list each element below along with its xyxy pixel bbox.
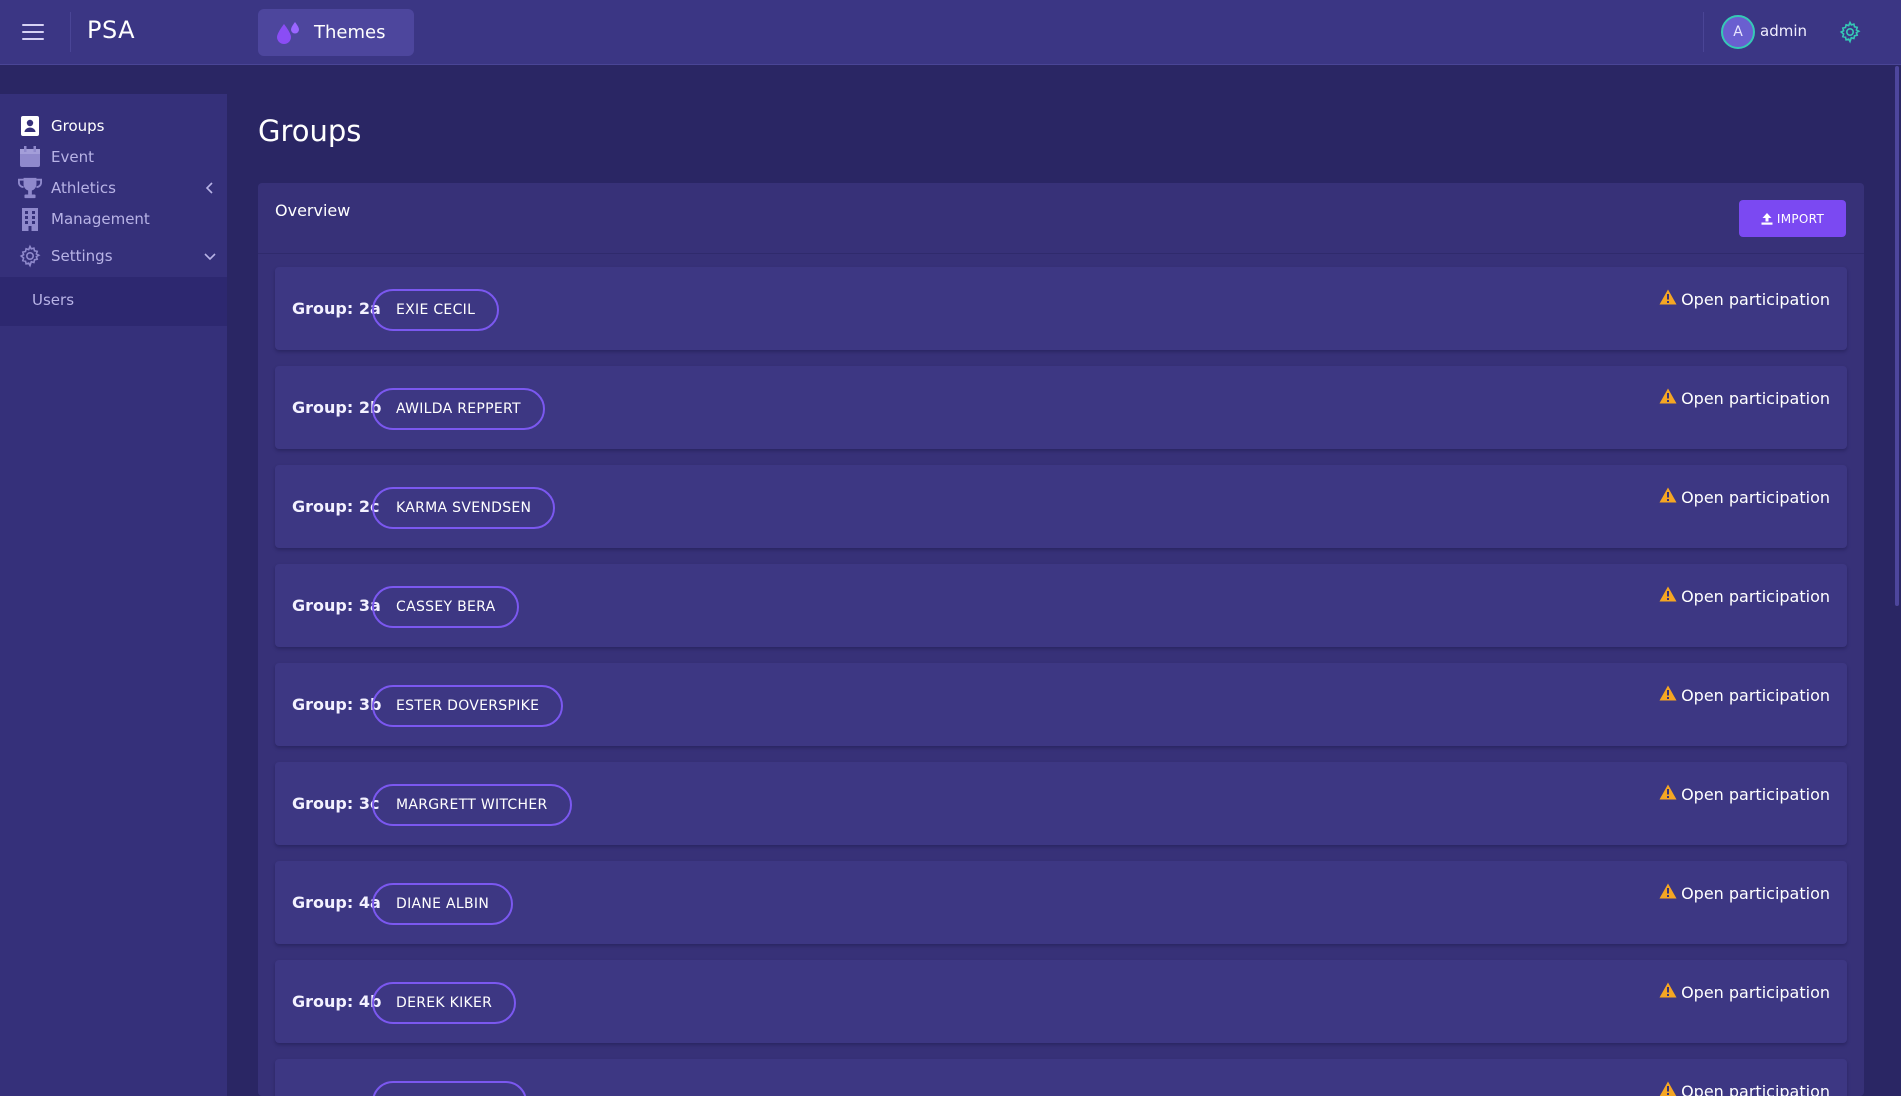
warning-icon — [1659, 982, 1677, 1002]
group-row[interactable]: Group: 2b AWILDA REPPERT Open participatio… — [275, 366, 1847, 449]
menu-icon[interactable] — [22, 24, 44, 42]
scrollbar[interactable] — [1895, 66, 1899, 606]
participation-status: Open participation — [1659, 289, 1830, 309]
trophy-icon — [18, 176, 42, 200]
sidebar-item-settings[interactable]: Settings — [0, 242, 227, 270]
gear-icon — [18, 244, 42, 268]
warning-icon — [1659, 685, 1677, 705]
themes-button[interactable]: Themes — [258, 9, 414, 56]
status-text: Open participation — [1681, 289, 1830, 309]
warning-icon — [1659, 1081, 1677, 1096]
participation-status: Open participation — [1659, 982, 1830, 1002]
status-text: Open participation — [1681, 685, 1830, 705]
themes-label: Themes — [314, 22, 386, 43]
participation-status: Open participation — [1659, 1081, 1830, 1096]
app-brand[interactable]: PSA — [87, 16, 135, 44]
person-chip[interactable]: DEREK KIKER — [372, 982, 517, 1024]
status-text: Open participation — [1681, 1081, 1830, 1096]
warning-icon — [1659, 487, 1677, 507]
sidebar-item-label: Management — [51, 210, 150, 228]
warning-icon — [1659, 586, 1677, 606]
group-row[interactable]: Open participation — [275, 1059, 1847, 1096]
group-label: Group: 4b — [292, 992, 382, 1011]
sidebar-item-label: Settings — [51, 247, 113, 265]
sidebar-item-athletics[interactable]: Athletics — [0, 174, 227, 202]
sidebar-item-management[interactable]: Management — [0, 205, 227, 233]
participation-status: Open participation — [1659, 883, 1830, 903]
building-icon — [18, 207, 42, 231]
person-chip[interactable]: DIANE ALBIN — [372, 883, 514, 925]
group-label: Group: 2a — [292, 299, 381, 318]
participation-status: Open participation — [1659, 685, 1830, 705]
card-title: Overview — [275, 201, 351, 220]
divider — [70, 12, 71, 52]
overview-card: Overview IMPORT Group: 2a EXIE CECIL Open … — [258, 183, 1864, 1096]
group-label: Group: 3c — [292, 794, 380, 813]
group-row[interactable]: Group: 4b DEREK KIKER Open participation — [275, 960, 1847, 1043]
group-row[interactable]: Group: 3c MARGRETT WITCHER Open participat… — [275, 762, 1847, 845]
participation-status: Open participation — [1659, 586, 1830, 606]
status-text: Open participation — [1681, 487, 1830, 507]
chevron-down-icon — [204, 253, 216, 261]
group-label: Group: 3b — [292, 695, 382, 714]
settings-submenu: Users — [0, 277, 227, 326]
group-row[interactable]: Group: 3a CASSEY BERA Open participation — [275, 564, 1847, 647]
group-label: Group: 2b — [292, 398, 382, 417]
status-text: Open participation — [1681, 982, 1830, 1002]
upload-icon — [1761, 212, 1773, 225]
sidebar-item-label: Athletics — [51, 179, 116, 197]
group-row[interactable]: Group: 3b ESTER DOVERSPIKE Open participat… — [275, 663, 1847, 746]
top-bar: PSA Themes A admin — [0, 0, 1901, 65]
group-label: Group: 4a — [292, 893, 381, 912]
person-chip[interactable] — [372, 1081, 527, 1096]
sidebar-item-groups[interactable]: Groups — [0, 112, 227, 140]
warning-icon — [1659, 289, 1677, 309]
sidebar-item-label: Groups — [51, 117, 105, 135]
person-chip[interactable]: ESTER DOVERSPIKE — [372, 685, 564, 727]
avatar[interactable]: A — [1721, 15, 1755, 49]
import-label: IMPORT — [1776, 211, 1825, 226]
person-chip[interactable]: EXIE CECIL — [372, 289, 500, 331]
sidebar-item-label: Event — [51, 148, 94, 166]
status-text: Open participation — [1681, 883, 1830, 903]
warning-icon — [1659, 784, 1677, 804]
sidebar-item-event[interactable]: Event — [0, 143, 227, 171]
participation-status: Open participation — [1659, 784, 1830, 804]
user-name[interactable]: admin — [1760, 22, 1807, 40]
person-chip[interactable]: AWILDA REPPERT — [372, 388, 545, 430]
sidebar: Groups Event Athletics Management Settin… — [0, 94, 227, 1096]
group-row[interactable]: Group: 2c KARMA SVENDSEN Open participatio… — [275, 465, 1847, 548]
person-chip[interactable]: KARMA SVENDSEN — [372, 487, 556, 529]
warning-icon — [1659, 388, 1677, 408]
droplets-icon — [277, 21, 299, 44]
group-row[interactable]: Group: 4a DIANE ALBIN Open participation — [275, 861, 1847, 944]
person-chip[interactable]: MARGRETT WITCHER — [372, 784, 572, 826]
status-text: Open participation — [1681, 586, 1830, 606]
gear-icon[interactable] — [1838, 20, 1862, 44]
group-label: Group: 3a — [292, 596, 381, 615]
page-title: Groups — [258, 114, 362, 148]
import-button[interactable]: IMPORT — [1739, 200, 1846, 237]
warning-icon — [1659, 883, 1677, 903]
divider — [1703, 12, 1704, 52]
sidebar-subitem-users[interactable]: Users — [32, 291, 74, 309]
calendar-icon — [18, 145, 42, 169]
status-text: Open participation — [1681, 784, 1830, 804]
group-label: Group: 2c — [292, 497, 380, 516]
participation-status: Open participation — [1659, 487, 1830, 507]
chevron-left-icon — [205, 182, 213, 194]
status-text: Open participation — [1681, 388, 1830, 408]
group-row[interactable]: Group: 2a EXIE CECIL Open participation — [275, 267, 1847, 350]
card-header: Overview IMPORT — [258, 183, 1864, 254]
contact-card-icon — [18, 114, 42, 138]
person-chip[interactable]: CASSEY BERA — [372, 586, 520, 628]
participation-status: Open participation — [1659, 388, 1830, 408]
